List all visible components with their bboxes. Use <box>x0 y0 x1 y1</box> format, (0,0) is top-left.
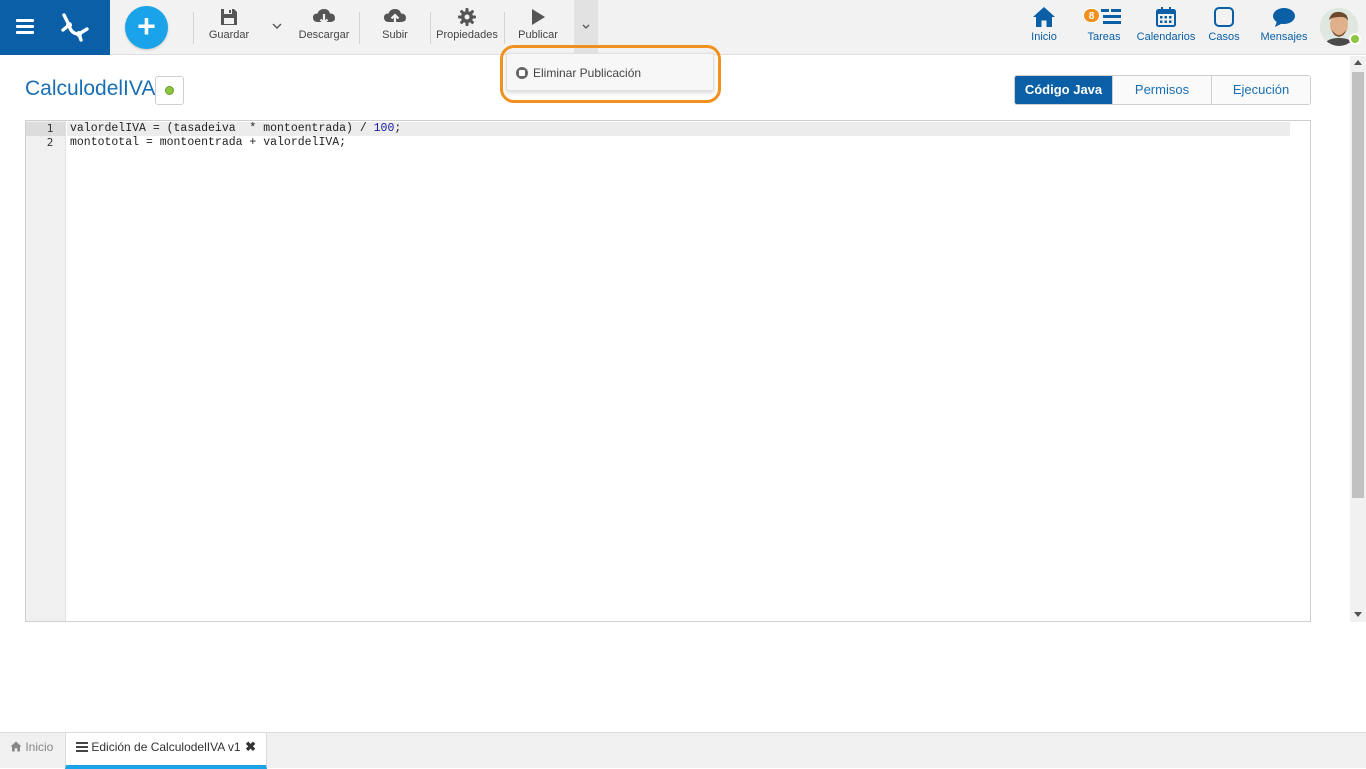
upload-button[interactable]: Subir <box>377 8 413 48</box>
scroll-up-arrow-icon[interactable] <box>1354 60 1362 65</box>
save-label: Guardar <box>208 29 250 41</box>
close-tab-icon[interactable]: ✖ <box>245 733 256 761</box>
code-line[interactable]: valordelIVA = (tasadeiva * montoentrada)… <box>70 122 401 136</box>
tasks-count-badge: 8 <box>1083 8 1100 23</box>
code-number-literal: 100 <box>373 122 395 135</box>
home-icon <box>10 741 22 752</box>
toolbar-divider <box>359 12 360 44</box>
cloud-upload-icon <box>384 9 406 25</box>
floppy-disk-icon <box>221 9 237 25</box>
bottom-tab-edit-label: Edición de CalculodelIVA v1 <box>91 740 241 754</box>
line-number: 2 <box>46 136 54 149</box>
tab-permissions[interactable]: Permisos <box>1112 76 1211 104</box>
toolbar-divider <box>430 12 431 44</box>
publish-options-toggle[interactable] <box>574 0 598 54</box>
page-title: CalculodelIVA <box>25 77 156 100</box>
hamburger-menu-icon[interactable] <box>16 19 34 35</box>
line-number-gutter: 1 2 <box>26 121 66 621</box>
code-text: valordelIVA = (tasadeiva * montoentrada)… <box>70 122 374 135</box>
status-indicator-button[interactable] <box>155 76 184 105</box>
status-dot-icon <box>165 86 174 95</box>
code-text: ; <box>394 122 402 135</box>
save-options-chevron-down-icon[interactable] <box>269 18 285 34</box>
properties-label: Propiedades <box>436 29 498 41</box>
nav-tasks-label: Tareas <box>1087 31 1121 43</box>
home-icon <box>1033 7 1055 27</box>
scroll-down-arrow-icon[interactable] <box>1354 612 1362 617</box>
code-line[interactable]: montototal = montoentrada + valordelIVA; <box>70 136 346 150</box>
publish-menu-item-label: Eliminar Publicación <box>533 66 642 80</box>
tab-java-code[interactable]: Código Java <box>1015 76 1112 104</box>
gear-icon <box>458 8 476 26</box>
stop-circle-icon <box>516 67 528 79</box>
tab-execution[interactable]: Ejecución <box>1211 76 1310 104</box>
code-text: montototal = montoentrada + valordelIVA; <box>70 136 347 149</box>
toolbar-divider <box>504 12 505 44</box>
page-scrollbar[interactable] <box>1350 56 1366 622</box>
bottom-tab-edit[interactable]: Edición de CalculodelIVA v1 ✖ <box>65 733 267 769</box>
download-button[interactable]: Descargar <box>297 8 351 48</box>
list-icon <box>76 742 88 752</box>
nav-home[interactable]: Inicio <box>1027 6 1061 50</box>
calendar-icon <box>1156 7 1176 27</box>
scrollbar-thumb[interactable] <box>1352 72 1364 498</box>
line-number: 1 <box>26 122 66 136</box>
bottom-tab-home-label: Inicio <box>25 740 54 754</box>
bottom-tab-home[interactable]: Inicio <box>0 733 65 769</box>
publish-menu-item-delete[interactable]: Eliminar Publicación <box>506 53 714 91</box>
nav-calendars[interactable]: Calendarios <box>1135 6 1197 50</box>
nav-home-label: Inicio <box>1031 31 1057 43</box>
properties-button[interactable]: Propiedades <box>435 8 499 48</box>
nav-cases-label: Casos <box>1208 31 1240 43</box>
chevron-down-icon <box>582 24 590 29</box>
download-label: Descargar <box>298 29 350 41</box>
cases-square-icon <box>1214 7 1234 27</box>
add-new-button[interactable]: + <box>125 6 168 49</box>
app-logo-icon[interactable] <box>55 8 93 46</box>
cloud-download-icon <box>313 9 335 25</box>
brand-area <box>0 0 110 55</box>
nav-messages[interactable]: Mensajes <box>1259 6 1309 50</box>
chat-bubble-icon <box>1273 8 1295 27</box>
bottom-tab-bar: Inicio Edición de CalculodelIVA v1 ✖ <box>0 732 1366 769</box>
play-icon <box>532 9 545 25</box>
toolbar-divider <box>193 12 194 44</box>
save-button[interactable]: Guardar <box>207 8 251 48</box>
nav-calendars-label: Calendarios <box>1136 31 1196 43</box>
online-status-dot <box>1349 33 1361 45</box>
publish-button[interactable]: Publicar <box>516 8 560 48</box>
nav-cases[interactable]: Casos <box>1207 6 1241 50</box>
view-tabs: Código Java Permisos Ejecución <box>1014 75 1311 105</box>
publish-label: Publicar <box>518 29 558 41</box>
code-editor[interactable]: 1 2 valordelIVA = (tasadeiva * montoentr… <box>25 120 1311 622</box>
top-toolbar: + Guardar Descargar Subir Propiedades Pu… <box>0 0 1366 55</box>
nav-messages-label: Mensajes <box>1260 31 1308 43</box>
upload-label: Subir <box>382 29 408 41</box>
tasks-list-icon <box>1101 9 1121 24</box>
